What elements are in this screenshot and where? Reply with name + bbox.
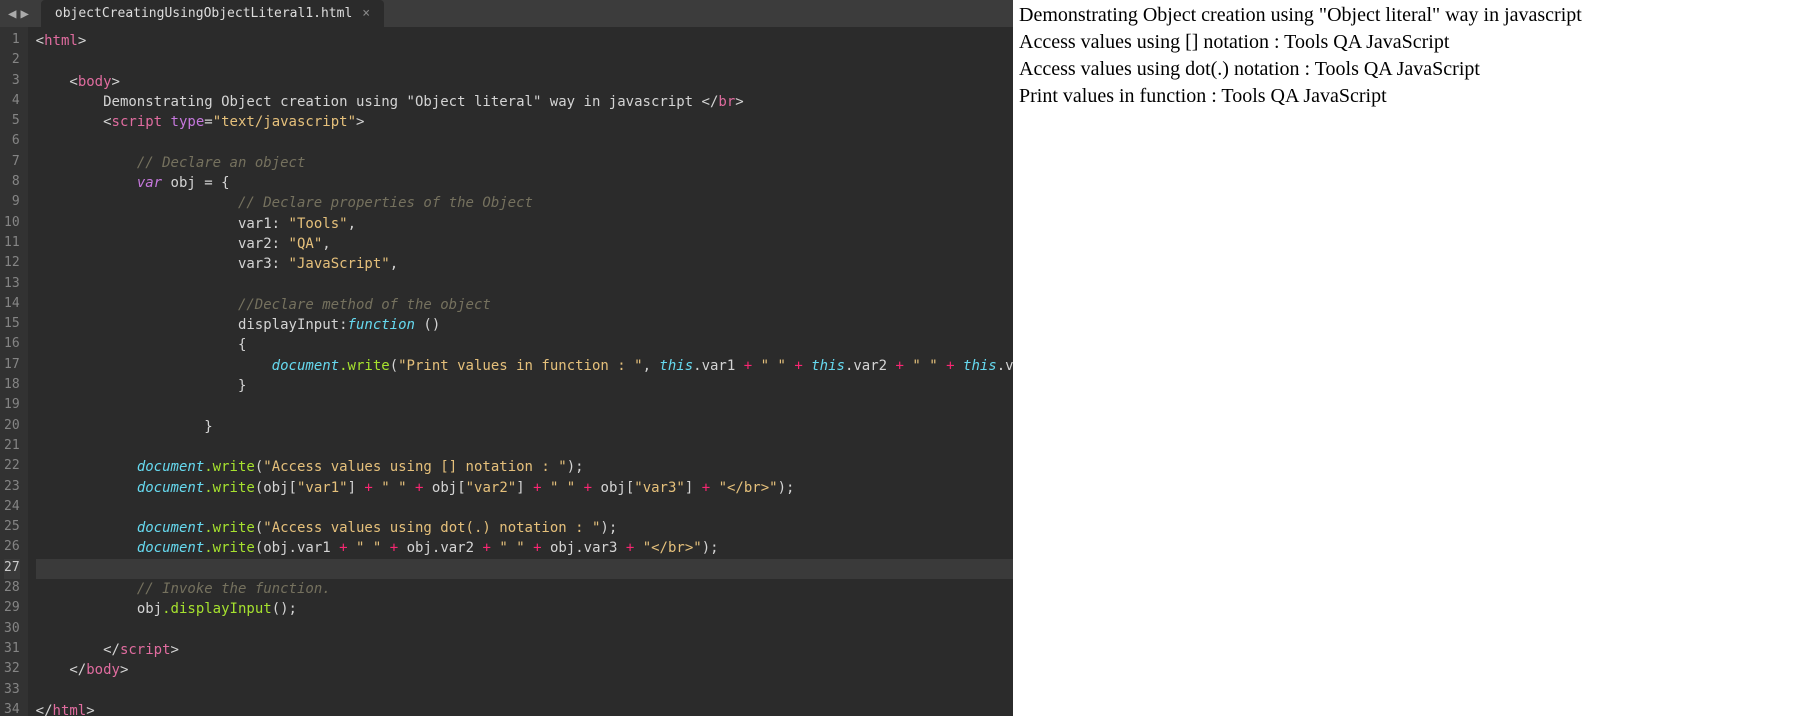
gutter: 1234567891011121314151617181920212223242… [0,27,28,716]
file-tab[interactable]: objectCreatingUsingObjectLiteral1.html × [41,0,384,27]
code-content[interactable]: <html> <body> Demonstrating Object creat… [28,27,1013,716]
nav-forward-icon[interactable]: ▶ [20,6,28,22]
code-area: 1234567891011121314151617181920212223242… [0,27,1013,716]
output-line: Print values in function : Tools QA Java… [1019,83,1794,110]
output-line: Access values using [] notation : Tools … [1019,29,1794,56]
tab-filename: objectCreatingUsingObjectLiteral1.html [55,6,352,21]
output-line: Demonstrating Object creation using "Obj… [1019,2,1794,29]
editor-pane: ◀ ▶ objectCreatingUsingObjectLiteral1.ht… [0,0,1013,716]
tab-bar: ◀ ▶ objectCreatingUsingObjectLiteral1.ht… [0,0,1013,27]
output-line: Access values using dot(.) notation : To… [1019,56,1794,83]
browser-output-pane: Demonstrating Object creation using "Obj… [1013,0,1800,716]
nav-arrows: ◀ ▶ [8,6,29,22]
close-icon[interactable]: × [362,6,370,21]
nav-back-icon[interactable]: ◀ [8,6,16,22]
